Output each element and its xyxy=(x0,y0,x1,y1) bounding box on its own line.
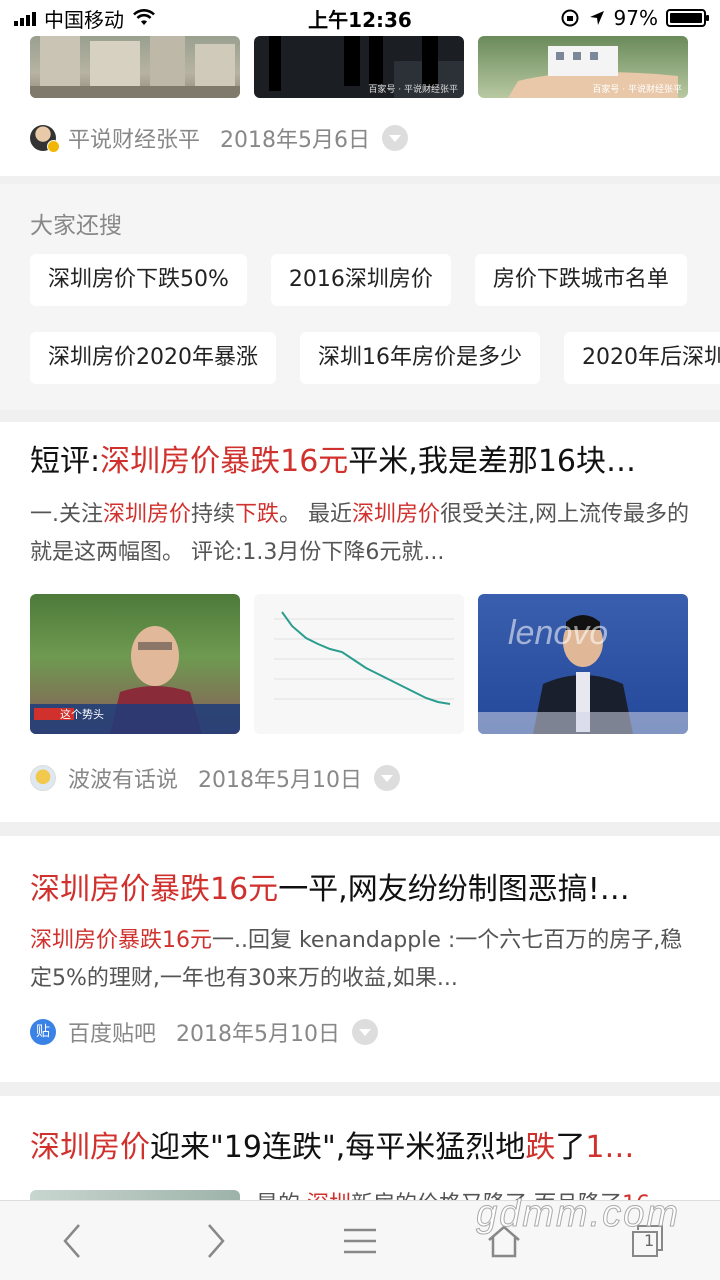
battery-icon xyxy=(666,9,709,27)
related-search-chip[interactable]: 深圳房价下跌50% xyxy=(30,254,247,306)
result-card-4[interactable]: 深圳房价迎来"19连跌",每平米猛烈地跌了1… 是的,深圳新房的价格又降了,而且… xyxy=(0,1096,720,1217)
related-search-chip[interactable]: 深圳16年房价是多少 xyxy=(300,332,540,384)
title-text: 短评: xyxy=(30,444,101,479)
status-right: 97% xyxy=(446,6,709,30)
related-searches: 大家还搜 深圳房价下跌50% 2016深圳房价 房价下跌城市名单 深圳房价202… xyxy=(0,184,720,410)
location-icon xyxy=(589,11,604,25)
title-text: 平米,我是差那16块… xyxy=(348,444,637,479)
tieba-logo-icon: 贴 xyxy=(30,1019,56,1045)
signal-icon xyxy=(14,10,36,26)
publish-date: 2018年5月10日 xyxy=(198,768,362,793)
author-avatar xyxy=(30,765,56,791)
buildings-image xyxy=(30,36,240,98)
title-highlight: 跌 xyxy=(525,1130,556,1165)
result-thumbnail[interactable]: lenovo xyxy=(478,594,688,734)
thumb-caption: 这个势头 xyxy=(60,708,104,721)
result-card-3[interactable]: 深圳房价暴跌16元一平,网友纷纷制图恶搞!… 深圳房价暴跌16元一..回复 ke… xyxy=(0,836,720,1082)
back-button[interactable] xyxy=(42,1211,102,1271)
result-thumbnail[interactable]: 百家号 · 平说财经张平 xyxy=(254,36,464,98)
chevron-left-icon xyxy=(63,1223,80,1258)
orientation-lock-icon xyxy=(561,9,579,27)
result-snippet: 一.关注深圳房价持续下跌。 最近深圳房价很受关注,网上流传最多的就是这两幅图。 … xyxy=(0,496,720,572)
related-search-chip[interactable]: 2016深圳房价 xyxy=(270,254,451,306)
menu-button[interactable] xyxy=(330,1211,390,1271)
snippet-text: 持续 xyxy=(191,502,236,527)
result-snippet: 深圳房价暴跌16元一..回复 kenandapple :一个六七百万的房子,稳定… xyxy=(0,922,720,998)
wifi-icon xyxy=(133,9,155,25)
status-left: 中国移动 xyxy=(14,4,274,33)
source-name[interactable]: 百度贴吧 xyxy=(68,1016,156,1048)
chevron-down-icon[interactable] xyxy=(352,1019,378,1045)
title-highlight: 深圳房价暴跌16元 xyxy=(100,444,349,479)
snippet-text: 一.关注 xyxy=(30,502,103,527)
forward-button[interactable] xyxy=(186,1211,246,1271)
author-avatar xyxy=(30,125,60,153)
chevron-down-icon[interactable] xyxy=(382,125,408,151)
source-name[interactable]: 波波有话说 xyxy=(68,762,178,794)
result-meta: 平说财经张平 2018年5月6日 xyxy=(0,122,720,154)
related-searches-row-2: 深圳房价2020年暴涨 深圳16年房价是多少 2020年后深圳 xyxy=(30,332,720,384)
result-thumbnail[interactable]: 百家号 · 平说财经张平 xyxy=(478,36,688,98)
menu-icon xyxy=(344,1228,376,1253)
result-meta: 贴 百度贴吧 2018年5月10日 xyxy=(0,1016,720,1048)
thumb-caption: 百家号 · 平说财经张平 xyxy=(592,85,682,95)
snippet-highlight: 深圳房价 xyxy=(352,502,441,527)
related-search-chip[interactable]: 深圳房价2020年暴涨 xyxy=(30,332,276,384)
snippet-text: 。 最近 xyxy=(279,502,353,527)
snippet-highlight: 深圳房价暴跌16元 xyxy=(30,928,212,953)
title-text: 迎来"19连跌",每平米猛烈地 xyxy=(150,1130,526,1165)
result-title[interactable]: 深圳房价迎来"19连跌",每平米猛烈地跌了1… xyxy=(0,1128,720,1168)
thumb-caption: 百家号 · 平说财经张平 xyxy=(368,85,458,95)
title-text: 一平,网友纷纷制图恶搞!… xyxy=(278,872,630,907)
clock: 上午12:36 xyxy=(308,7,412,32)
result-card-2[interactable]: 短评:深圳房价暴跌16元平米,我是差那16块… 一.关注深圳房价持续下跌。 最近… xyxy=(0,422,720,822)
battery-percent: 97% xyxy=(613,6,658,30)
status-bar: 中国移动 上午12:36 97% xyxy=(0,0,720,36)
result-thumbnail[interactable] xyxy=(254,594,464,734)
carrier-label: 中国移动 xyxy=(44,7,124,32)
price-decline-chart-image xyxy=(274,611,454,705)
chevron-right-icon xyxy=(208,1223,225,1258)
related-search-chip[interactable]: 房价下跌城市名单 xyxy=(474,254,687,306)
chevron-down-icon[interactable] xyxy=(374,765,400,791)
publish-date: 2018年5月10日 xyxy=(176,1022,340,1047)
title-highlight: 深圳房价暴跌16元 xyxy=(30,872,279,907)
publish-date: 2018年5月6日 xyxy=(220,128,370,153)
related-searches-title: 大家还搜 xyxy=(30,213,122,239)
source-name[interactable]: 平说财经张平 xyxy=(68,122,200,154)
snippet-highlight: 深圳房价 xyxy=(103,502,192,527)
title-highlight: 深圳房价 xyxy=(30,1130,150,1165)
related-search-chip[interactable]: 2020年后深圳 xyxy=(564,332,720,384)
result-card-1[interactable]: 百家号 · 平说财经张平 百家号 · 平说财经张平 平说财经张平 2018年5月… xyxy=(0,36,720,176)
result-title[interactable]: 深圳房价暴跌16元一平,网友纷纷制图恶搞!… xyxy=(0,870,720,910)
watermark: gdmm.com xyxy=(476,1193,680,1236)
title-text: 了 xyxy=(555,1130,586,1165)
result-thumbnail[interactable] xyxy=(30,36,240,98)
snippet-highlight: 下跌 xyxy=(235,502,280,527)
related-searches-row-1: 深圳房价下跌50% 2016深圳房价 房价下跌城市名单 xyxy=(30,254,687,306)
brand-text: lenovo xyxy=(508,614,609,652)
title-highlight: 1… xyxy=(585,1130,635,1165)
result-thumbnail[interactable]: 这个势头 xyxy=(30,594,240,734)
result-title[interactable]: 短评:深圳房价暴跌16元平米,我是差那16块… xyxy=(0,442,720,482)
result-meta: 波波有话说 2018年5月10日 xyxy=(0,762,720,794)
